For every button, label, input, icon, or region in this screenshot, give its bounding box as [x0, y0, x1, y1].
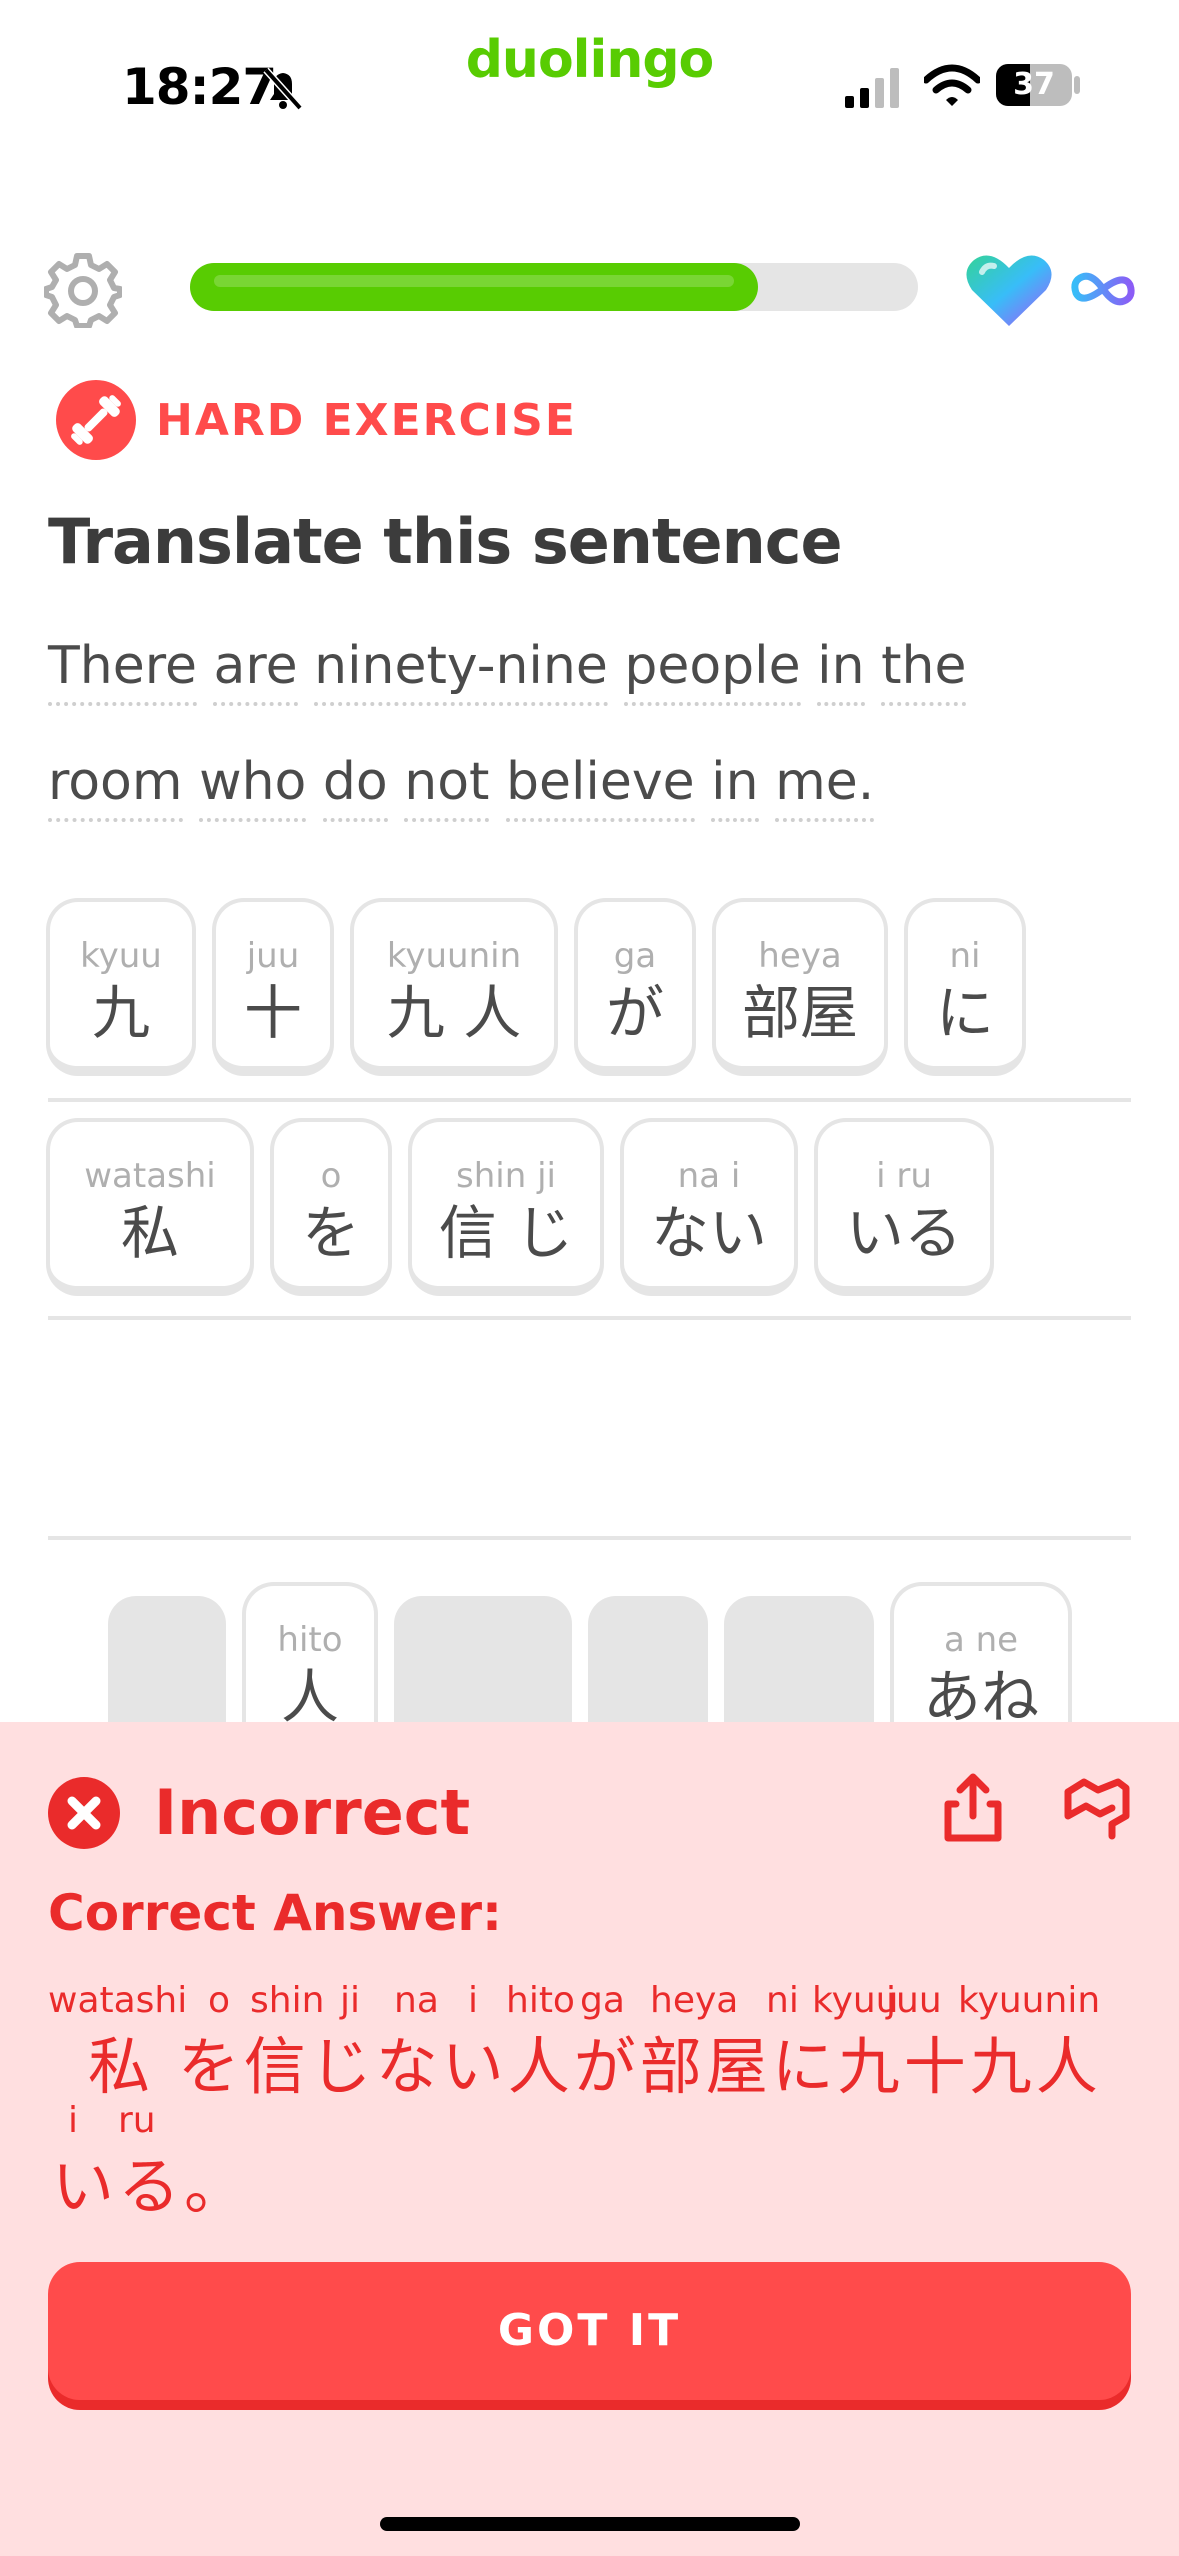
answer-reading: ji: [340, 1980, 361, 2021]
home-indicator[interactable]: [380, 2517, 800, 2531]
battery-level: 37: [1013, 67, 1055, 102]
tile-reading: shin ji: [456, 1156, 556, 1196]
progress-shine: [214, 275, 734, 287]
answer-reading: ga: [580, 1980, 625, 2021]
answer-reading: hito: [506, 1980, 575, 2021]
settings-gear-icon[interactable]: [44, 250, 122, 328]
answer-tile[interactable]: heya 部屋: [712, 898, 888, 1076]
tile-reading: o: [320, 1156, 342, 1196]
tile-reading: juu: [246, 936, 300, 976]
tile-text: に: [935, 979, 994, 1047]
answer-tile[interactable]: i ru いる: [814, 1118, 994, 1296]
progress-fill: [190, 263, 758, 311]
answer-tile[interactable]: kyuu 九: [46, 898, 196, 1076]
tile-reading: hito: [277, 1620, 343, 1660]
signal-icon: [845, 68, 899, 108]
tile-text: 部屋: [741, 979, 858, 1047]
answer-reading: ru: [118, 2100, 156, 2141]
prompt-word[interactable]: in: [817, 636, 865, 706]
tile-text: を: [301, 1199, 360, 1267]
prompt-word[interactable]: do: [322, 752, 388, 822]
prompt-word[interactable]: not: [404, 752, 490, 822]
answer-tile[interactable]: o を: [270, 1118, 392, 1296]
answer-reading: na: [394, 1980, 439, 2021]
tile-reading: a ne: [943, 1620, 1019, 1660]
answer-tile[interactable]: kyuunin 九 人: [350, 898, 558, 1076]
answer-tile[interactable]: shin ji 信 じ: [408, 1118, 604, 1296]
answer-reading: juu: [886, 1980, 942, 2021]
answer-reading: o: [208, 1980, 231, 2021]
tile-text: 人: [280, 1663, 339, 1731]
answer-tile[interactable]: juu 十: [212, 898, 334, 1076]
answer-reading: heya: [650, 1980, 739, 2021]
prompt-word[interactable]: who: [199, 752, 307, 822]
prompt-word[interactable]: the: [881, 636, 967, 706]
prompt-word[interactable]: There: [48, 636, 197, 706]
lesson-progress-bar: [190, 263, 918, 311]
infinity-icon: [1071, 272, 1135, 306]
tile-reading: i ru: [876, 1156, 932, 1196]
share-icon[interactable]: [942, 1772, 1004, 1844]
answer-tile[interactable]: ni に: [904, 898, 1026, 1076]
answer-reading: watashi: [48, 1980, 188, 2021]
battery-tip: [1074, 76, 1080, 94]
hard-exercise-label: HARD EXERCISE: [156, 395, 577, 446]
tile-reading: kyuunin: [386, 936, 522, 976]
prompt-word[interactable]: room: [48, 752, 183, 822]
prompt-word[interactable]: me.: [775, 752, 875, 822]
tile-text: 十: [243, 979, 302, 1047]
answer-reading: i: [68, 2100, 79, 2141]
correct-answer-line-1: 私 を信じない人が部屋に九十九人: [88, 2030, 1102, 2103]
tile-reading: watashi: [84, 1156, 216, 1196]
report-flag-icon[interactable]: [1062, 1776, 1132, 1842]
feedback-status: Incorrect: [154, 1776, 471, 1849]
prompt-word[interactable]: in: [711, 752, 759, 822]
answer-tile[interactable]: watashi 私: [46, 1118, 254, 1296]
prompt-sentence-line-2: room who do not believe in me.: [48, 752, 875, 822]
tile-text: あね: [922, 1663, 1039, 1731]
tile-text: ない: [650, 1199, 767, 1267]
incorrect-x-icon: [48, 1777, 120, 1849]
answer-tile[interactable]: ga が: [574, 898, 696, 1076]
wifi-icon: [924, 64, 980, 106]
tile-text: いる: [845, 1199, 962, 1267]
answer-line: [48, 1098, 1131, 1102]
answer-tile[interactable]: na i ない: [620, 1118, 798, 1296]
answer-reading: shin: [250, 1980, 325, 2021]
battery-icon: 37: [996, 64, 1072, 106]
answer-line: [48, 1316, 1131, 1320]
tile-reading: heya: [758, 936, 842, 976]
answer-line: [48, 1536, 1131, 1540]
heart-icon[interactable]: [964, 250, 1054, 330]
tile-reading: na i: [677, 1156, 741, 1196]
correct-answer-line-2: いる。: [52, 2150, 251, 2223]
answer-reading: kyuunin: [958, 1980, 1101, 2021]
answer-reading: ni: [766, 1980, 799, 2021]
prompt-word[interactable]: believe: [505, 752, 695, 822]
tile-reading: ni: [949, 936, 981, 976]
dumbbell-icon: [56, 380, 136, 460]
tile-text: が: [605, 979, 664, 1047]
tile-reading: kyuu: [80, 936, 162, 976]
prompt-word[interactable]: ninety-nine: [314, 636, 608, 706]
prompt-word[interactable]: people: [624, 636, 801, 706]
tile-text: 九: [91, 979, 150, 1047]
got-it-button[interactable]: GOT IT: [48, 2262, 1131, 2400]
tile-text: 九 人: [386, 979, 522, 1047]
tile-reading: ga: [613, 936, 657, 976]
tile-text: 私: [120, 1199, 179, 1267]
correct-answer-label: Correct Answer:: [48, 1884, 503, 1942]
answer-reading: i: [468, 1980, 479, 2021]
prompt-word[interactable]: are: [213, 636, 298, 706]
tile-text: 信 じ: [438, 1199, 574, 1267]
page-title: Translate this sentence: [48, 505, 843, 578]
prompt-sentence-line-1: There are ninety-nine people in the: [48, 636, 967, 706]
